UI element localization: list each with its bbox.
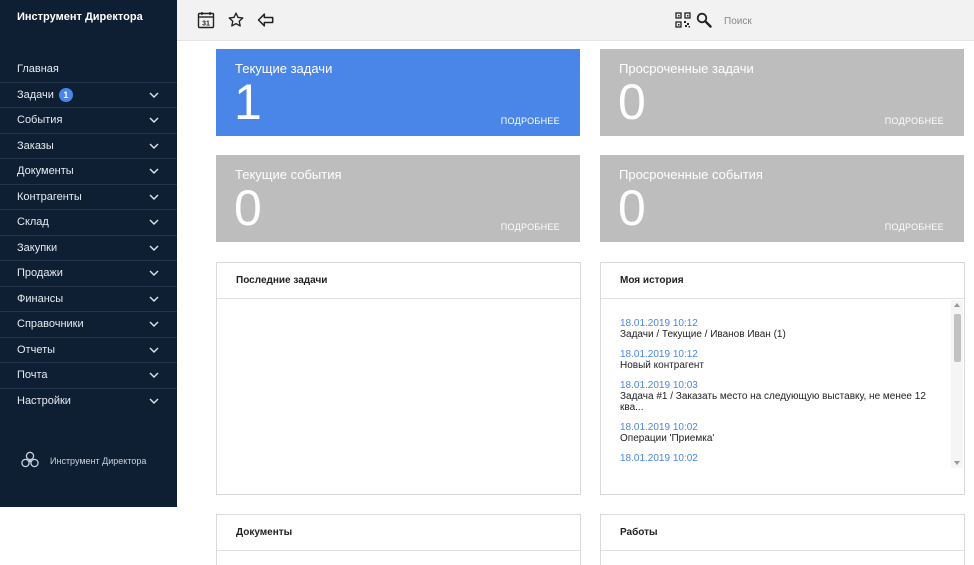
panel-title: Работы: [601, 515, 964, 551]
panel-title: Документы: [217, 515, 580, 551]
sidebar-item-label: Финансы: [17, 292, 64, 305]
scroll-down-icon[interactable]: [954, 461, 960, 465]
star-icon[interactable]: [226, 10, 246, 30]
panel-title: Последние задачи: [217, 263, 580, 299]
scroll-thumb[interactable]: [954, 314, 961, 362]
sidebar-item-orders[interactable]: Заказы: [0, 134, 177, 159]
chevron-down-icon: [149, 115, 159, 125]
history-text: Новый контрагент: [620, 360, 705, 371]
overdue-events-card[interactable]: Просроченные события 0 ПОДРОБНЕЕ: [600, 155, 964, 242]
panel-title: Моя история: [601, 263, 964, 299]
card-more-link[interactable]: ПОДРОБНЕЕ: [885, 116, 944, 126]
card-value: 1: [234, 74, 262, 130]
sidebar-item-settings[interactable]: Настройки: [0, 389, 177, 415]
search-input[interactable]: Поиск: [724, 16, 752, 27]
history-date-link[interactable]: 18.01.2019 10:02: [620, 422, 948, 433]
works-panel: Работы: [600, 514, 965, 565]
sidebar-item-label: Почта: [17, 369, 48, 382]
sidebar-item-label: Справочники: [17, 318, 84, 331]
history-date-link[interactable]: 18.01.2019 10:02: [620, 453, 948, 464]
chevron-down-icon: [149, 319, 159, 329]
sidebar-item-label: Продажи: [17, 267, 63, 280]
sidebar-item-label: Главная: [17, 63, 59, 76]
sidebar-item-label: Настройки: [17, 395, 71, 408]
app-title: Инструмент Директора: [17, 11, 143, 23]
card-value: 0: [234, 180, 262, 236]
list-item[interactable]: 18.01.2019 10:03 Задача #1 / Заказать ме…: [620, 380, 948, 413]
sidebar-item-tasks[interactable]: Задачи 1: [0, 83, 177, 108]
history-text: Задачи / Текущие / Иванов Иван (1): [620, 329, 786, 340]
card-more-link[interactable]: ПОДРОБНЕЕ: [885, 222, 944, 232]
sidebar-item-label: Склад: [17, 216, 49, 229]
sidebar-item-sales[interactable]: Продажи: [0, 261, 177, 287]
sidebar-item-counterparties[interactable]: Контрагенты: [0, 185, 177, 210]
sidebar-item-reports[interactable]: Отчеты: [0, 338, 177, 363]
calendar-icon[interactable]: 31: [196, 10, 216, 30]
chevron-down-icon: [149, 166, 159, 176]
sidebar-item-label: Отчеты: [17, 343, 56, 356]
sidebar-item-label: Контрагенты: [17, 190, 82, 203]
list-item[interactable]: 18.01.2019 10:12 Новый контрагент: [620, 349, 948, 371]
list-item[interactable]: 18.01.2019 10:12 Задачи / Текущие / Иван…: [620, 318, 948, 340]
sidebar-item-purchases[interactable]: Закупки: [0, 236, 177, 261]
tasks-count-badge: 1: [58, 87, 73, 102]
chevron-down-icon: [149, 141, 159, 151]
documents-panel: Документы: [216, 514, 581, 565]
current-tasks-card[interactable]: Текущие задачи 1 ПОДРОБНЕЕ: [216, 49, 580, 136]
my-history-panel: Моя история 18.01.2019 10:12 Задачи / Те…: [600, 262, 965, 495]
sidebar-menu: Главная Задачи 1 События Заказы Документ…: [0, 57, 177, 414]
history-text: Операции 'Приемка': [620, 433, 715, 444]
history-date-link[interactable]: 18.01.2019 10:12: [620, 349, 948, 360]
history-list: 18.01.2019 10:12 Задачи / Текущие / Иван…: [620, 318, 948, 468]
chevron-down-icon: [149, 370, 159, 380]
chevron-down-icon: [149, 396, 159, 406]
recent-tasks-panel: Последние задачи: [216, 262, 581, 495]
back-arrow-icon[interactable]: [256, 10, 276, 30]
list-item[interactable]: 18.01.2019 10:02: [620, 453, 948, 464]
logo-icon: [20, 450, 40, 472]
search-icon[interactable]: [694, 10, 714, 30]
history-text: Задача #1 / Заказать место на следующую …: [620, 391, 926, 413]
sidebar-item-warehouse[interactable]: Склад: [0, 210, 177, 236]
sidebar-item-label: События: [17, 114, 63, 127]
chevron-down-icon: [149, 243, 159, 253]
history-scrollbar[interactable]: [951, 300, 963, 468]
overdue-tasks-card[interactable]: Просроченные задачи 0 ПОДРОБНЕЕ: [600, 49, 964, 136]
sidebar-item-label: Заказы: [17, 139, 54, 152]
calendar-day: 31: [202, 21, 210, 28]
list-item[interactable]: 18.01.2019 10:02 Операции 'Приемка': [620, 422, 948, 444]
sidebar-footer[interactable]: Инструмент Директора: [20, 450, 146, 472]
sidebar-item-finance[interactable]: Финансы: [0, 287, 177, 312]
card-more-link[interactable]: ПОДРОБНЕЕ: [501, 222, 560, 232]
chevron-down-icon: [149, 294, 159, 304]
footer-app-name: Инструмент Директора: [50, 456, 147, 466]
chevron-down-icon: [149, 345, 159, 355]
history-date-link[interactable]: 18.01.2019 10:12: [620, 318, 948, 329]
top-bar: 31 Поиск: [177, 0, 974, 41]
sidebar-item-home[interactable]: Главная: [0, 57, 177, 83]
sidebar-item-events[interactable]: События: [0, 108, 177, 134]
sidebar-item-label: Задачи: [17, 88, 54, 101]
sidebar: Инструмент Директора Главная Задачи 1 Со…: [0, 0, 177, 507]
card-value: 0: [618, 74, 646, 130]
history-date-link[interactable]: 18.01.2019 10:03: [620, 380, 948, 391]
sidebar-item-references[interactable]: Справочники: [0, 312, 177, 338]
sidebar-item-mail[interactable]: Почта: [0, 363, 177, 389]
chevron-down-icon: [149, 268, 159, 278]
card-more-link[interactable]: ПОДРОБНЕЕ: [501, 116, 560, 126]
chevron-down-icon: [149, 217, 159, 227]
sidebar-item-label: Документы: [17, 165, 74, 178]
card-value: 0: [618, 180, 646, 236]
sidebar-item-label: Закупки: [17, 241, 58, 254]
current-events-card[interactable]: Текущие события 0 ПОДРОБНЕЕ: [216, 155, 580, 242]
sidebar-item-documents[interactable]: Документы: [0, 159, 177, 185]
qr-code-icon[interactable]: [673, 10, 693, 30]
chevron-down-icon: [149, 90, 159, 100]
chevron-down-icon: [149, 192, 159, 202]
scroll-up-icon[interactable]: [954, 303, 960, 307]
